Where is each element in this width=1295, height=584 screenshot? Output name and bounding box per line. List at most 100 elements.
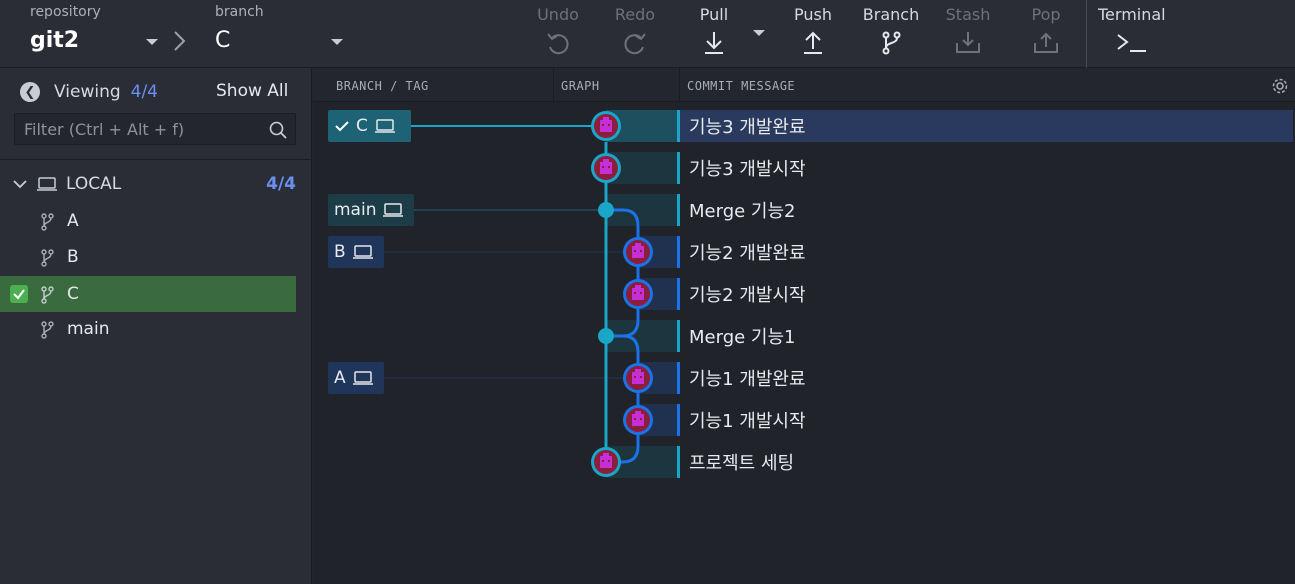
pull-label: Pull <box>699 5 729 24</box>
pull-icon <box>705 32 723 54</box>
terminal-label: Terminal <box>1098 5 1166 24</box>
toolbar-divider <box>1086 0 1087 68</box>
commit-avatar[interactable] <box>591 111 621 141</box>
pop-button[interactable]: Pop <box>1021 0 1071 68</box>
sidebar-branch-a[interactable]: A <box>0 203 296 239</box>
push-icon <box>804 31 822 54</box>
commit-row[interactable]: 기능2 개발완료 <box>677 236 806 268</box>
commit-message: 기능2 개발시작 <box>689 285 806 306</box>
sidebar: ❮ Viewing 4/4 Show All Filter (Ctrl + Al… <box>0 68 312 584</box>
local-section-header[interactable]: LOCAL 4/4 <box>12 172 298 196</box>
commit-row[interactable]: 기능1 개발시작 <box>677 404 806 436</box>
check-icon <box>335 121 349 132</box>
commit-row[interactable]: 기능3 개발시작 <box>677 152 806 184</box>
local-count: 4/4 <box>266 174 296 194</box>
branch-tag-a[interactable]: A <box>328 362 384 394</box>
commit-message: 기능3 개발완료 <box>689 117 806 138</box>
branch-tag-label: B <box>334 242 346 262</box>
repository-dropdown-icon[interactable] <box>146 39 158 45</box>
push-label: Push <box>794 5 832 24</box>
filter-input[interactable]: Filter (Ctrl + Alt + f) <box>14 113 296 145</box>
undo-label: Undo <box>537 5 579 24</box>
breadcrumb-chevron-icon <box>174 31 186 51</box>
stash-label: Stash <box>945 5 991 24</box>
commit-message: 기능3 개발시작 <box>689 159 806 180</box>
commit-message: 프로젝트 세팅 <box>689 453 795 474</box>
branch-name: C <box>67 284 79 304</box>
branch-icon <box>41 249 54 267</box>
branch-icon <box>882 31 901 55</box>
commit-message: Merge 기능2 <box>689 201 796 222</box>
branch-icon <box>41 213 54 231</box>
commit-avatar[interactable] <box>623 279 653 309</box>
undo-button[interactable]: Undo <box>533 0 583 68</box>
branch-dropdown-icon[interactable] <box>331 39 343 45</box>
undo-icon <box>547 33 569 55</box>
laptop-icon <box>352 371 373 385</box>
branch-tag-c[interactable]: C <box>328 110 411 142</box>
commit-avatar[interactable] <box>623 405 653 435</box>
sidebar-branch-b[interactable]: B <box>0 239 296 275</box>
commit-avatar[interactable] <box>623 237 653 267</box>
redo-button[interactable]: Redo <box>610 0 660 68</box>
commit-avatar[interactable] <box>591 153 621 183</box>
repository-selector[interactable]: git2 <box>30 28 79 53</box>
pop-icon <box>1034 32 1058 53</box>
commit-row[interactable]: Merge 기능2 <box>677 194 795 226</box>
branch-icon <box>41 286 54 304</box>
commit-row[interactable]: Merge 기능1 <box>677 320 795 352</box>
branch-lane-line <box>606 208 640 338</box>
commit-graph-panel: BRANCH / TAG GRAPH COMMIT MESSAGE C main… <box>313 68 1295 584</box>
branch-tag-b[interactable]: B <box>328 236 384 268</box>
push-button[interactable]: Push <box>788 0 838 68</box>
branch-tag-label: A <box>334 368 346 388</box>
commit-row[interactable]: 기능1 개발완료 <box>677 362 806 394</box>
laptop-icon <box>37 177 57 191</box>
commit-message: 기능2 개발완료 <box>689 243 806 264</box>
pull-options-icon[interactable] <box>753 30 765 36</box>
branch-selector[interactable]: C <box>215 28 230 53</box>
sidebar-branch-c[interactable]: C <box>0 276 296 312</box>
back-arrow-icon[interactable]: ❮ <box>20 82 40 102</box>
branch-tag-label: main <box>334 200 377 220</box>
branch-name: A <box>67 211 79 231</box>
redo-label: Redo <box>614 5 656 24</box>
checkbox-checked-icon[interactable] <box>10 285 28 303</box>
commit-graph <box>384 110 678 478</box>
branch-name: B <box>67 247 79 267</box>
stash-button[interactable]: Stash <box>943 0 993 68</box>
commit-avatar[interactable] <box>591 447 621 477</box>
viewing-count: 4/4 <box>130 82 158 102</box>
sidebar-branch-main[interactable]: main <box>0 311 296 347</box>
laptop-icon <box>383 203 404 217</box>
commit-message: 기능1 개발시작 <box>689 411 806 432</box>
filter-placeholder: Filter (Ctrl + Alt + f) <box>24 120 185 139</box>
laptop-icon <box>352 245 373 259</box>
pull-button[interactable]: Pull <box>689 0 739 68</box>
show-all-button[interactable]: Show All <box>216 81 288 101</box>
terminal-button[interactable]: Terminal <box>1098 0 1168 68</box>
merge-commit-dot[interactable] <box>598 202 614 218</box>
merge-commit-dot[interactable] <box>598 328 614 344</box>
redo-icon <box>624 33 646 55</box>
sidebar-divider <box>0 159 312 160</box>
laptop-icon <box>374 119 395 133</box>
terminal-icon <box>1117 34 1146 52</box>
repository-label: repository <box>30 4 101 20</box>
commit-row[interactable]: 프로젝트 세팅 <box>677 446 794 478</box>
commit-row[interactable]: 기능3 개발완료 <box>677 110 806 142</box>
branch-button[interactable]: Branch <box>861 0 921 68</box>
commit-avatar[interactable] <box>623 363 653 393</box>
stash-icon <box>956 32 980 53</box>
branch-lane-line <box>606 334 640 464</box>
commit-message: 기능1 개발완료 <box>689 369 806 390</box>
commit-message: Merge 기능1 <box>689 327 796 348</box>
chevron-down-icon <box>13 180 27 189</box>
viewing-header: ❮ Viewing 4/4 <box>20 80 158 104</box>
branch-tag-main[interactable]: main <box>328 194 414 226</box>
toolbar: repository git2 branch C Undo Redo Pull … <box>0 0 1295 68</box>
pop-label: Pop <box>1031 5 1061 24</box>
commit-row[interactable]: 기능2 개발시작 <box>677 278 806 310</box>
branch-label: branch <box>215 4 264 20</box>
branch-button-label: Branch <box>862 5 920 24</box>
